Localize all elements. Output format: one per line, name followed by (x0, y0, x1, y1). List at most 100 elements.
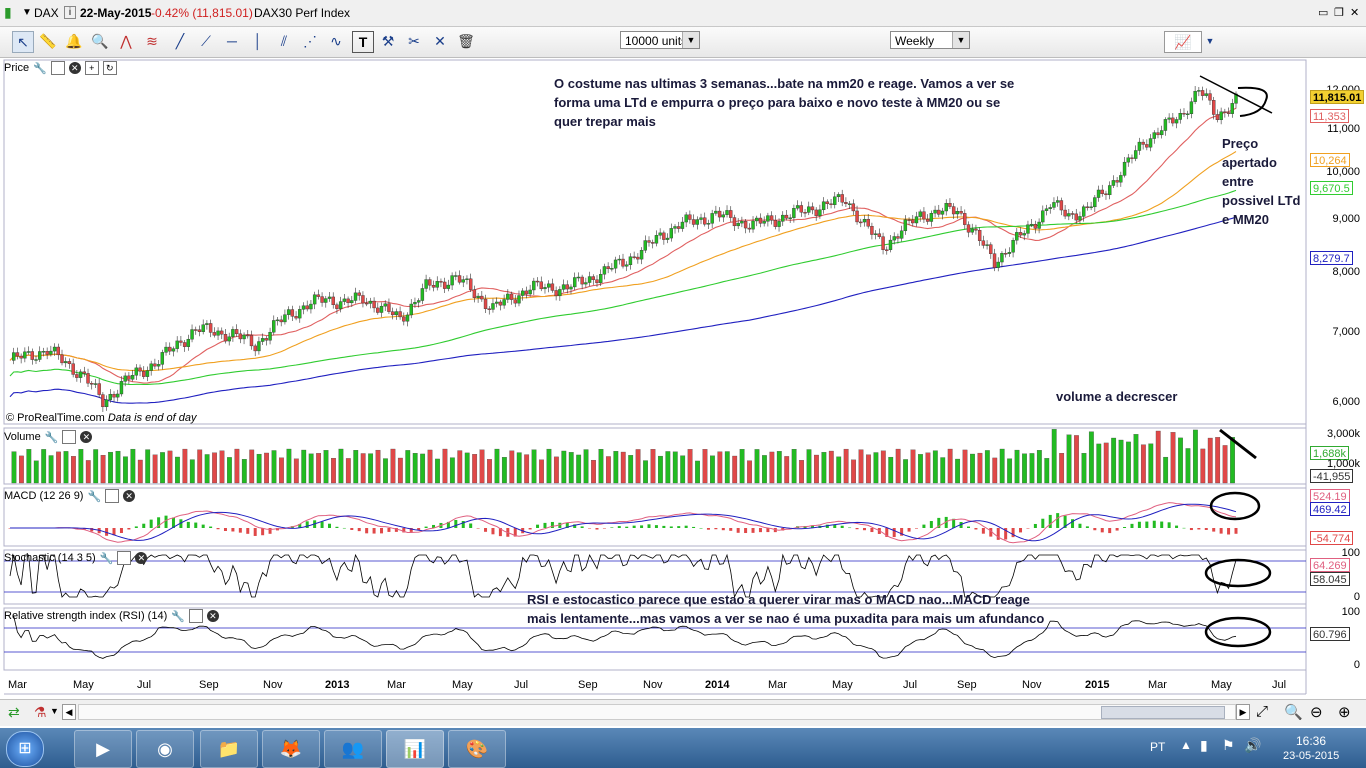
fibonacci-icon[interactable]: ≋ (142, 31, 162, 51)
macd-panel-label: MACD (12 26 9) (4, 490, 84, 502)
chrome-icon[interactable]: ◉ (136, 730, 194, 768)
vertical-line-icon[interactable]: │ (248, 31, 268, 51)
candle-body (1141, 141, 1145, 145)
volume-bar (427, 449, 433, 484)
dropdown-icon[interactable]: ▼ (22, 7, 32, 18)
volume-bar (227, 457, 232, 484)
wave-icon[interactable]: ∿ (326, 31, 346, 51)
volume-bar (553, 456, 559, 484)
wrench-icon[interactable]: 🔧 (33, 62, 47, 75)
clock-time[interactable]: 16:36 (1296, 734, 1326, 748)
close-button[interactable]: ✕ (1350, 6, 1359, 19)
text-icon[interactable]: T (352, 31, 374, 53)
close-icon[interactable]: ✕ (206, 610, 219, 622)
wrench-icon[interactable]: 🔧 (100, 552, 114, 565)
close-icon[interactable]: ✕ (123, 490, 136, 502)
scroll-right-button[interactable]: ▶ (1236, 704, 1250, 720)
ray-icon[interactable]: ⟋ (196, 31, 216, 51)
zoom-out-icon[interactable]: ⊖ (1310, 703, 1323, 721)
media-player-icon[interactable]: ▶ (74, 730, 132, 768)
window-icon[interactable] (117, 551, 132, 565)
scissors-icon[interactable]: ✂ (404, 31, 424, 51)
add-icon[interactable]: + (84, 61, 99, 75)
volume-bar (866, 454, 871, 484)
window-titlebar: ▮ ▼ DAX i 22-May-2015 -0.42% (11,815.01)… (0, 0, 1366, 27)
candle-body (372, 300, 376, 309)
volume-bar (568, 452, 574, 484)
price-panel-header: Price 🔧 ✕ + ↻ (4, 60, 117, 76)
candle-body (1052, 202, 1056, 208)
autoscale-icon[interactable]: ⤢ (1256, 703, 1268, 720)
zoom-in-icon[interactable]: ⊕ (1338, 703, 1351, 721)
firefox-icon[interactable]: 🦊 (262, 730, 320, 768)
zoom-icon[interactable]: 🔍 (90, 31, 110, 51)
start-button[interactable]: ⊞ (6, 731, 44, 767)
info-icon[interactable]: i (64, 6, 76, 19)
wrench-icon[interactable]: 🔧 (45, 431, 59, 444)
channel-icon[interactable]: ⫽ (274, 31, 294, 51)
candle-body (847, 203, 852, 205)
flag-icon[interactable]: ⚑ (1222, 737, 1235, 754)
horizontal-line-icon[interactable]: ─ (222, 31, 242, 51)
wrench-icon[interactable]: 🔧 (87, 490, 101, 503)
restore-button[interactable]: ❐ (1334, 6, 1344, 19)
scroll-track[interactable] (78, 704, 1236, 720)
explorer-icon[interactable]: 📁 (200, 730, 258, 768)
macd-histogram-bar (640, 525, 644, 528)
pattern-icon[interactable]: ⋀ (116, 31, 136, 51)
close-icon[interactable]: ✕ (68, 62, 81, 74)
candle-body (305, 305, 309, 310)
minimize-button[interactable]: ▭ (1318, 6, 1328, 19)
symbol-label[interactable]: DAX (34, 6, 59, 20)
volume-bar (464, 452, 470, 484)
chevron-down-icon[interactable]: ▼ (50, 706, 59, 716)
chart-style-icon[interactable]: 📈 (1164, 31, 1202, 53)
volume-bar (1029, 453, 1035, 484)
macd-histogram-bar (714, 528, 718, 530)
macd-histogram-bar (1234, 528, 1238, 534)
clock-date[interactable]: 23-05-2015 (1283, 750, 1339, 762)
indicator-icon[interactable]: ⚗ (34, 704, 47, 721)
volume-icon[interactable]: 🔊 (1244, 737, 1261, 754)
tray-icon[interactable]: ▲ (1180, 738, 1192, 752)
zoom-fit-icon[interactable]: 🔍 (1284, 703, 1303, 721)
volume-bar (858, 449, 864, 484)
paint-icon[interactable]: 🎨 (448, 730, 506, 768)
line-icon[interactable]: ╱ (170, 31, 190, 51)
language-indicator[interactable]: PT (1150, 740, 1165, 754)
chevron-down-icon[interactable]: ▼ (1200, 31, 1220, 51)
candle-body (1189, 101, 1194, 115)
scroll-left-button[interactable]: ◀ (62, 704, 76, 720)
instrument-label: DAX30 Perf Index (254, 6, 351, 20)
window-icon[interactable] (50, 61, 65, 75)
messenger-icon[interactable]: 👥 (324, 730, 382, 768)
candle-body (933, 209, 937, 214)
window-icon[interactable] (62, 430, 77, 444)
scroll-thumb[interactable] (1101, 706, 1225, 719)
window-icon[interactable] (188, 609, 203, 623)
candle-body (691, 219, 696, 225)
window-icon[interactable] (105, 489, 120, 503)
network-icon[interactable]: ▮ (1200, 737, 1208, 754)
macd-histogram-bar (610, 527, 614, 528)
alarm-icon[interactable]: 🔔 (64, 31, 84, 51)
volume-bar (1126, 441, 1131, 484)
ruler-icon[interactable]: 📏 (38, 31, 58, 51)
units-select[interactable]: 10000 units ▼ (620, 31, 700, 49)
macd-histogram-bar (981, 528, 985, 534)
last-price-box: 11,815.01 (1310, 90, 1365, 104)
prorealtime-icon[interactable]: 📊 (386, 730, 444, 768)
cursor-icon[interactable]: ↖ (12, 31, 34, 53)
candle-body (680, 221, 685, 229)
refresh-icon[interactable]: ↻ (102, 61, 117, 75)
wrench-icon[interactable]: 🔧 (171, 610, 185, 623)
tools-icon[interactable]: ⚒ (378, 31, 398, 51)
period-select[interactable]: Weekly ▼ (890, 31, 970, 49)
fan-icon[interactable]: ⋰ (300, 31, 320, 51)
close-icon[interactable]: ✕ (80, 431, 93, 443)
volume-bar (487, 459, 492, 484)
cross-line-icon[interactable]: ✕ (430, 31, 450, 51)
close-icon[interactable]: ✕ (135, 552, 148, 564)
trash-icon[interactable]: 🗑 (456, 31, 476, 51)
sync-icon[interactable]: ⇄ (8, 704, 20, 721)
